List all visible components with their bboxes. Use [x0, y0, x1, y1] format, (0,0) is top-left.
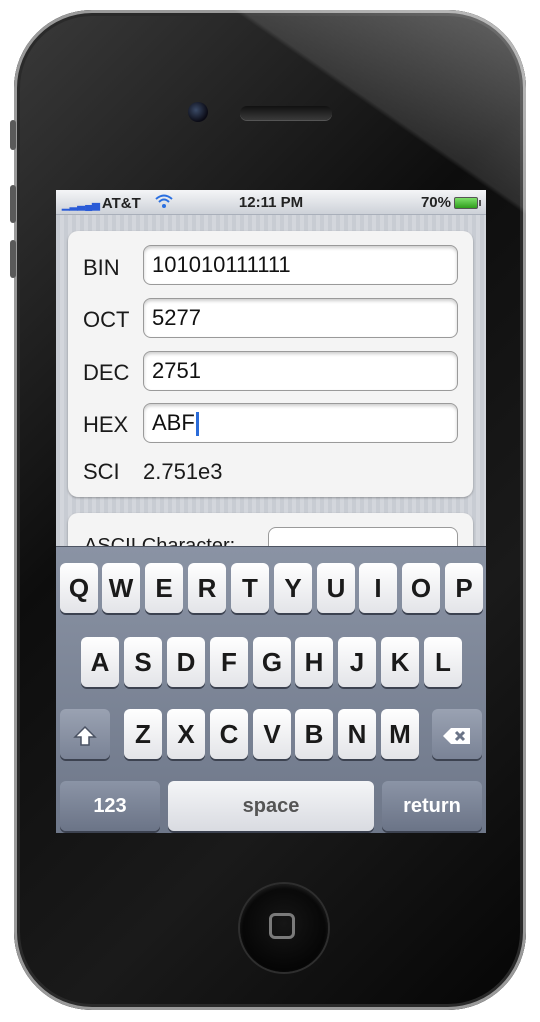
oct-label: OCT [83, 307, 130, 332]
earpiece-speaker [240, 106, 332, 120]
hex-label: HEX [83, 412, 129, 437]
key-i[interactable]: I [359, 563, 397, 613]
key-h[interactable]: H [295, 637, 333, 687]
space-key[interactable]: space [168, 781, 374, 831]
key-e[interactable]: E [145, 563, 183, 613]
return-key[interactable]: return [382, 781, 482, 831]
key-u[interactable]: U [317, 563, 355, 613]
numbers-key[interactable]: 123 [60, 781, 160, 831]
home-square-icon [269, 913, 295, 939]
hex-value: ABF [152, 410, 195, 435]
key-s[interactable]: S [124, 637, 162, 687]
volume-up-button [10, 185, 16, 223]
shift-key[interactable] [60, 709, 110, 759]
key-b[interactable]: B [295, 709, 333, 759]
dec-field[interactable]: 2751 [143, 351, 458, 391]
sci-value: 2.751e3 [143, 459, 223, 484]
key-q[interactable]: Q [60, 563, 98, 613]
key-v[interactable]: V [253, 709, 291, 759]
bin-label: BIN [83, 255, 120, 280]
key-j[interactable]: J [338, 637, 376, 687]
front-camera [188, 102, 208, 122]
delete-key[interactable] [432, 709, 482, 759]
number-card: BIN 101010111111 OCT 5277 DEC 2751 HEX A… [68, 231, 473, 497]
dec-label: DEC [83, 360, 130, 385]
backspace-icon [442, 719, 472, 749]
key-p[interactable]: P [445, 563, 483, 613]
key-f[interactable]: F [210, 637, 248, 687]
keyboard: Q W E R T Y U I O P A S D F G H J K L Z … [56, 546, 486, 833]
text-cursor [195, 412, 199, 437]
converter-view: BIN 101010111111 OCT 5277 DEC 2751 HEX A… [56, 215, 486, 593]
oct-field[interactable]: 5277 [143, 298, 458, 338]
key-t[interactable]: T [231, 563, 269, 613]
home-button[interactable] [240, 884, 328, 972]
key-l[interactable]: L [424, 637, 462, 687]
key-d[interactable]: D [167, 637, 205, 687]
key-c[interactable]: C [210, 709, 248, 759]
key-w[interactable]: W [102, 563, 140, 613]
shift-icon [73, 719, 97, 749]
key-x[interactable]: X [167, 709, 205, 759]
sci-label: SCI [83, 459, 120, 484]
key-a[interactable]: A [81, 637, 119, 687]
screen: ▁▂▃▄▅ AT&T 12:11 PM 70% BIN 101010111111 … [56, 190, 486, 833]
mute-switch [10, 120, 16, 150]
key-o[interactable]: O [402, 563, 440, 613]
status-bar: ▁▂▃▄▅ AT&T 12:11 PM 70% [56, 190, 486, 215]
key-z[interactable]: Z [124, 709, 162, 759]
key-g[interactable]: G [253, 637, 291, 687]
volume-down-button [10, 240, 16, 278]
bin-field[interactable]: 101010111111 [143, 245, 458, 285]
hex-field[interactable]: ABF [143, 403, 458, 443]
key-k[interactable]: K [381, 637, 419, 687]
key-y[interactable]: Y [274, 563, 312, 613]
battery-icon [454, 197, 481, 210]
key-m[interactable]: M [381, 709, 419, 759]
battery-status: 70% [420, 194, 481, 211]
key-r[interactable]: R [188, 563, 226, 613]
key-n[interactable]: N [338, 709, 376, 759]
battery-percent: 70% [420, 194, 451, 211]
